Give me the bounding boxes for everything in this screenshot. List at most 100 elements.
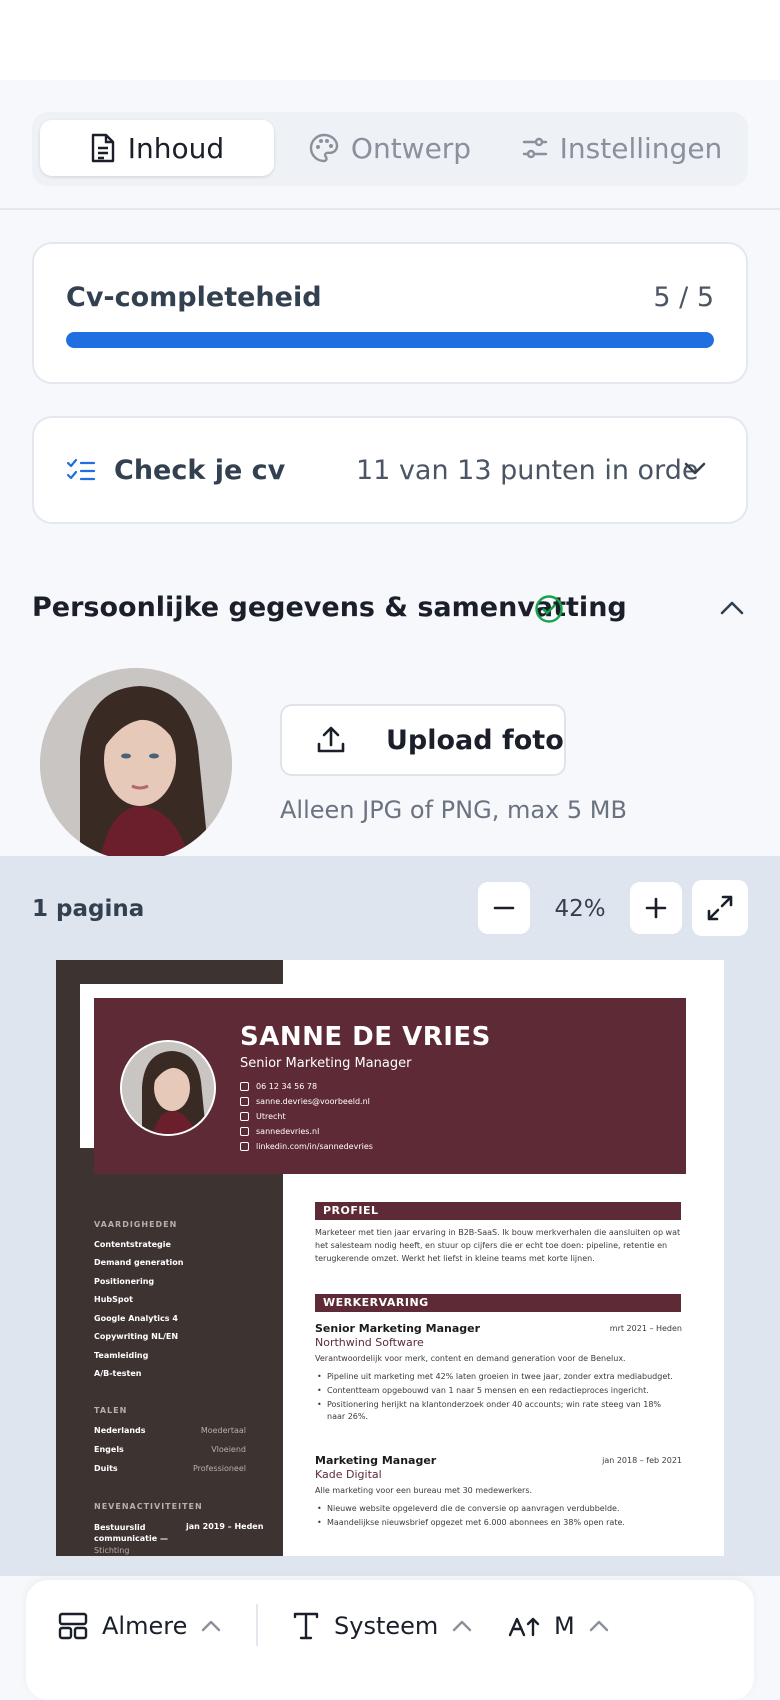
cv-language-name: Engels [94,1445,124,1454]
cv-language-name: Nederlands [94,1426,146,1435]
zoom-out-button[interactable] [478,882,530,934]
palette-icon [309,133,339,163]
check-cv-status: 11 van 13 punten in orde [356,455,699,486]
tab-instellingen-label: Instellingen [559,131,723,165]
plus-icon [645,897,667,919]
editor-tabs: Inhoud Ontwerp Instellingen [32,112,748,186]
cv-contact-website: sannedevries.nl [240,1127,319,1136]
chevron-up-icon [202,1620,221,1632]
upload-hint: Alleen JPG of PNG, max 5 MB [280,796,627,824]
cv-skills-heading: VAARDIGHEDEN [94,1220,178,1229]
chevron-up-icon[interactable] [720,600,744,616]
tab-inhoud[interactable]: Inhoud [40,120,274,176]
template-name: Almere [102,1612,188,1640]
cv-language: Engels Vloeiend [94,1445,246,1454]
cv-job-bullet: Nieuwe website opgeleverd die de convers… [315,1503,681,1515]
cv-side-activity-org: Stichting [94,1546,130,1555]
cv-experience-heading: WERKERVARING [315,1294,681,1312]
text-size-icon [508,1617,540,1637]
font-name: Systeem [334,1612,439,1640]
chevron-up-icon [589,1620,608,1632]
cv-profile-text: Marketeer met tien jaar ervaring in B2B-… [315,1228,681,1263]
completeness-title: Cv-completeheid [66,282,322,313]
cv-job-bullet: Maandelijkse nieuwsbrief opgezet met 6.0… [315,1517,681,1529]
check-circle-icon [535,595,563,623]
upload-icon [317,726,345,753]
cv-job-date: jan 2018 – feb 2021 [602,1456,682,1465]
completeness-bar [66,332,714,348]
cv-language-level: Vloeiend [211,1445,246,1454]
cv-contact-text: 06 12 34 56 78 [256,1082,318,1091]
check-cv-title: Check je cv [114,455,286,486]
font-selector[interactable]: Systeem [292,1606,472,1646]
tab-instellingen[interactable]: Instellingen [504,120,740,176]
completeness-card [32,242,748,384]
top-bar [0,0,780,80]
cv-skill: Demand generation [94,1258,184,1267]
size-selector[interactable]: M [508,1606,609,1646]
cv-contact-email: sanne.devries@voorbeeld.nl [240,1097,370,1106]
cv-skill: Teamleiding [94,1351,149,1360]
template-selector[interactable]: Almere [58,1606,221,1646]
layout-icon [58,1612,88,1640]
cv-job-company: Kade Digital [315,1468,382,1481]
cv-contact-text: sanne.devries@voorbeeld.nl [256,1097,370,1106]
expand-icon [707,895,733,921]
profile-photo[interactable] [40,668,232,860]
cv-skill: A/B-testen [94,1369,142,1378]
cv-contact-text: Utrecht [256,1112,286,1121]
cv-language: Nederlands Moedertaal [94,1426,246,1435]
cv-language-level: Moedertaal [200,1426,246,1435]
page-count: 1 pagina [32,896,145,922]
cv-contact-phone: 06 12 34 56 78 [240,1082,317,1091]
cv-job-title: Marketing Manager [315,1454,437,1467]
zoom-in-button[interactable] [630,882,682,934]
cv-side-activity-date: jan 2019 – Heden [186,1522,264,1531]
cv-job-bullet: Contentteam opgebouwd van 1 naar 5 mense… [315,1385,681,1397]
cv-job-bullet: Positionering herijkt na klantonderzoek … [315,1399,681,1423]
phone-icon [240,1082,249,1091]
cv-job-summary: Verantwoordelijk voor merk, content en d… [315,1354,626,1363]
cv-job-summary: Alle marketing voor een bureau met 30 me… [315,1486,533,1495]
toolbar-divider [256,1604,258,1646]
tab-inhoud-label: Inhoud [127,131,225,165]
cv-skill: Positionering [94,1277,155,1286]
cv-language: Duits Professioneel [94,1464,246,1473]
minus-icon [493,906,515,910]
cv-contact-location: Utrecht [240,1112,286,1121]
size-value: M [554,1612,575,1640]
cv-skill: Contentstrategie [94,1240,171,1249]
cv-job-bullet: Pipeline uit marketing met 42% laten gro… [315,1371,681,1383]
mail-icon [240,1097,249,1106]
upload-photo-label: Upload foto [386,724,564,756]
tab-ontwerp[interactable]: Ontwerp [282,120,498,176]
cv-job-company: Northwind Software [315,1336,424,1349]
cv-role: Senior Marketing Manager [240,1056,412,1071]
portrait-image [40,668,232,860]
completeness-bar-fill [66,332,714,348]
document-icon [91,133,114,163]
zoom-level: 42% [554,896,606,922]
cv-job-date: mrt 2021 – Heden [609,1324,682,1333]
sliders-icon [522,137,547,159]
cv-skill: HubSpot [94,1295,133,1304]
cv-language-level: Professioneel [192,1464,246,1473]
cv-skill: Copywriting NL/EN [94,1332,179,1341]
cv-languages-heading: TALEN [94,1406,128,1415]
checklist-icon [66,458,96,481]
cv-portrait-image [122,1042,214,1134]
linkedin-icon [240,1142,249,1151]
chevron-down-icon[interactable] [684,462,706,476]
cv-contact-linkedin: linkedin.com/in/sannedevries [240,1142,373,1151]
cv-skill: Google Analytics 4 [94,1314,178,1323]
cv-name: SANNE DE VRIES [240,1022,491,1052]
cv-preview[interactable]: SANNE DE VRIES Senior Marketing Manager … [56,960,724,1556]
completeness-count: 5 / 5 [653,282,714,313]
upload-photo-button[interactable]: Upload foto [280,704,566,776]
divider [0,208,780,210]
fullscreen-button[interactable] [692,880,748,936]
cv-side-activity-title: Bestuurslid communicatie — [94,1523,168,1543]
cv-contact-text: linkedin.com/in/sannedevries [256,1142,373,1151]
text-icon [293,1612,319,1640]
tab-ontwerp-label: Ontwerp [350,131,472,165]
